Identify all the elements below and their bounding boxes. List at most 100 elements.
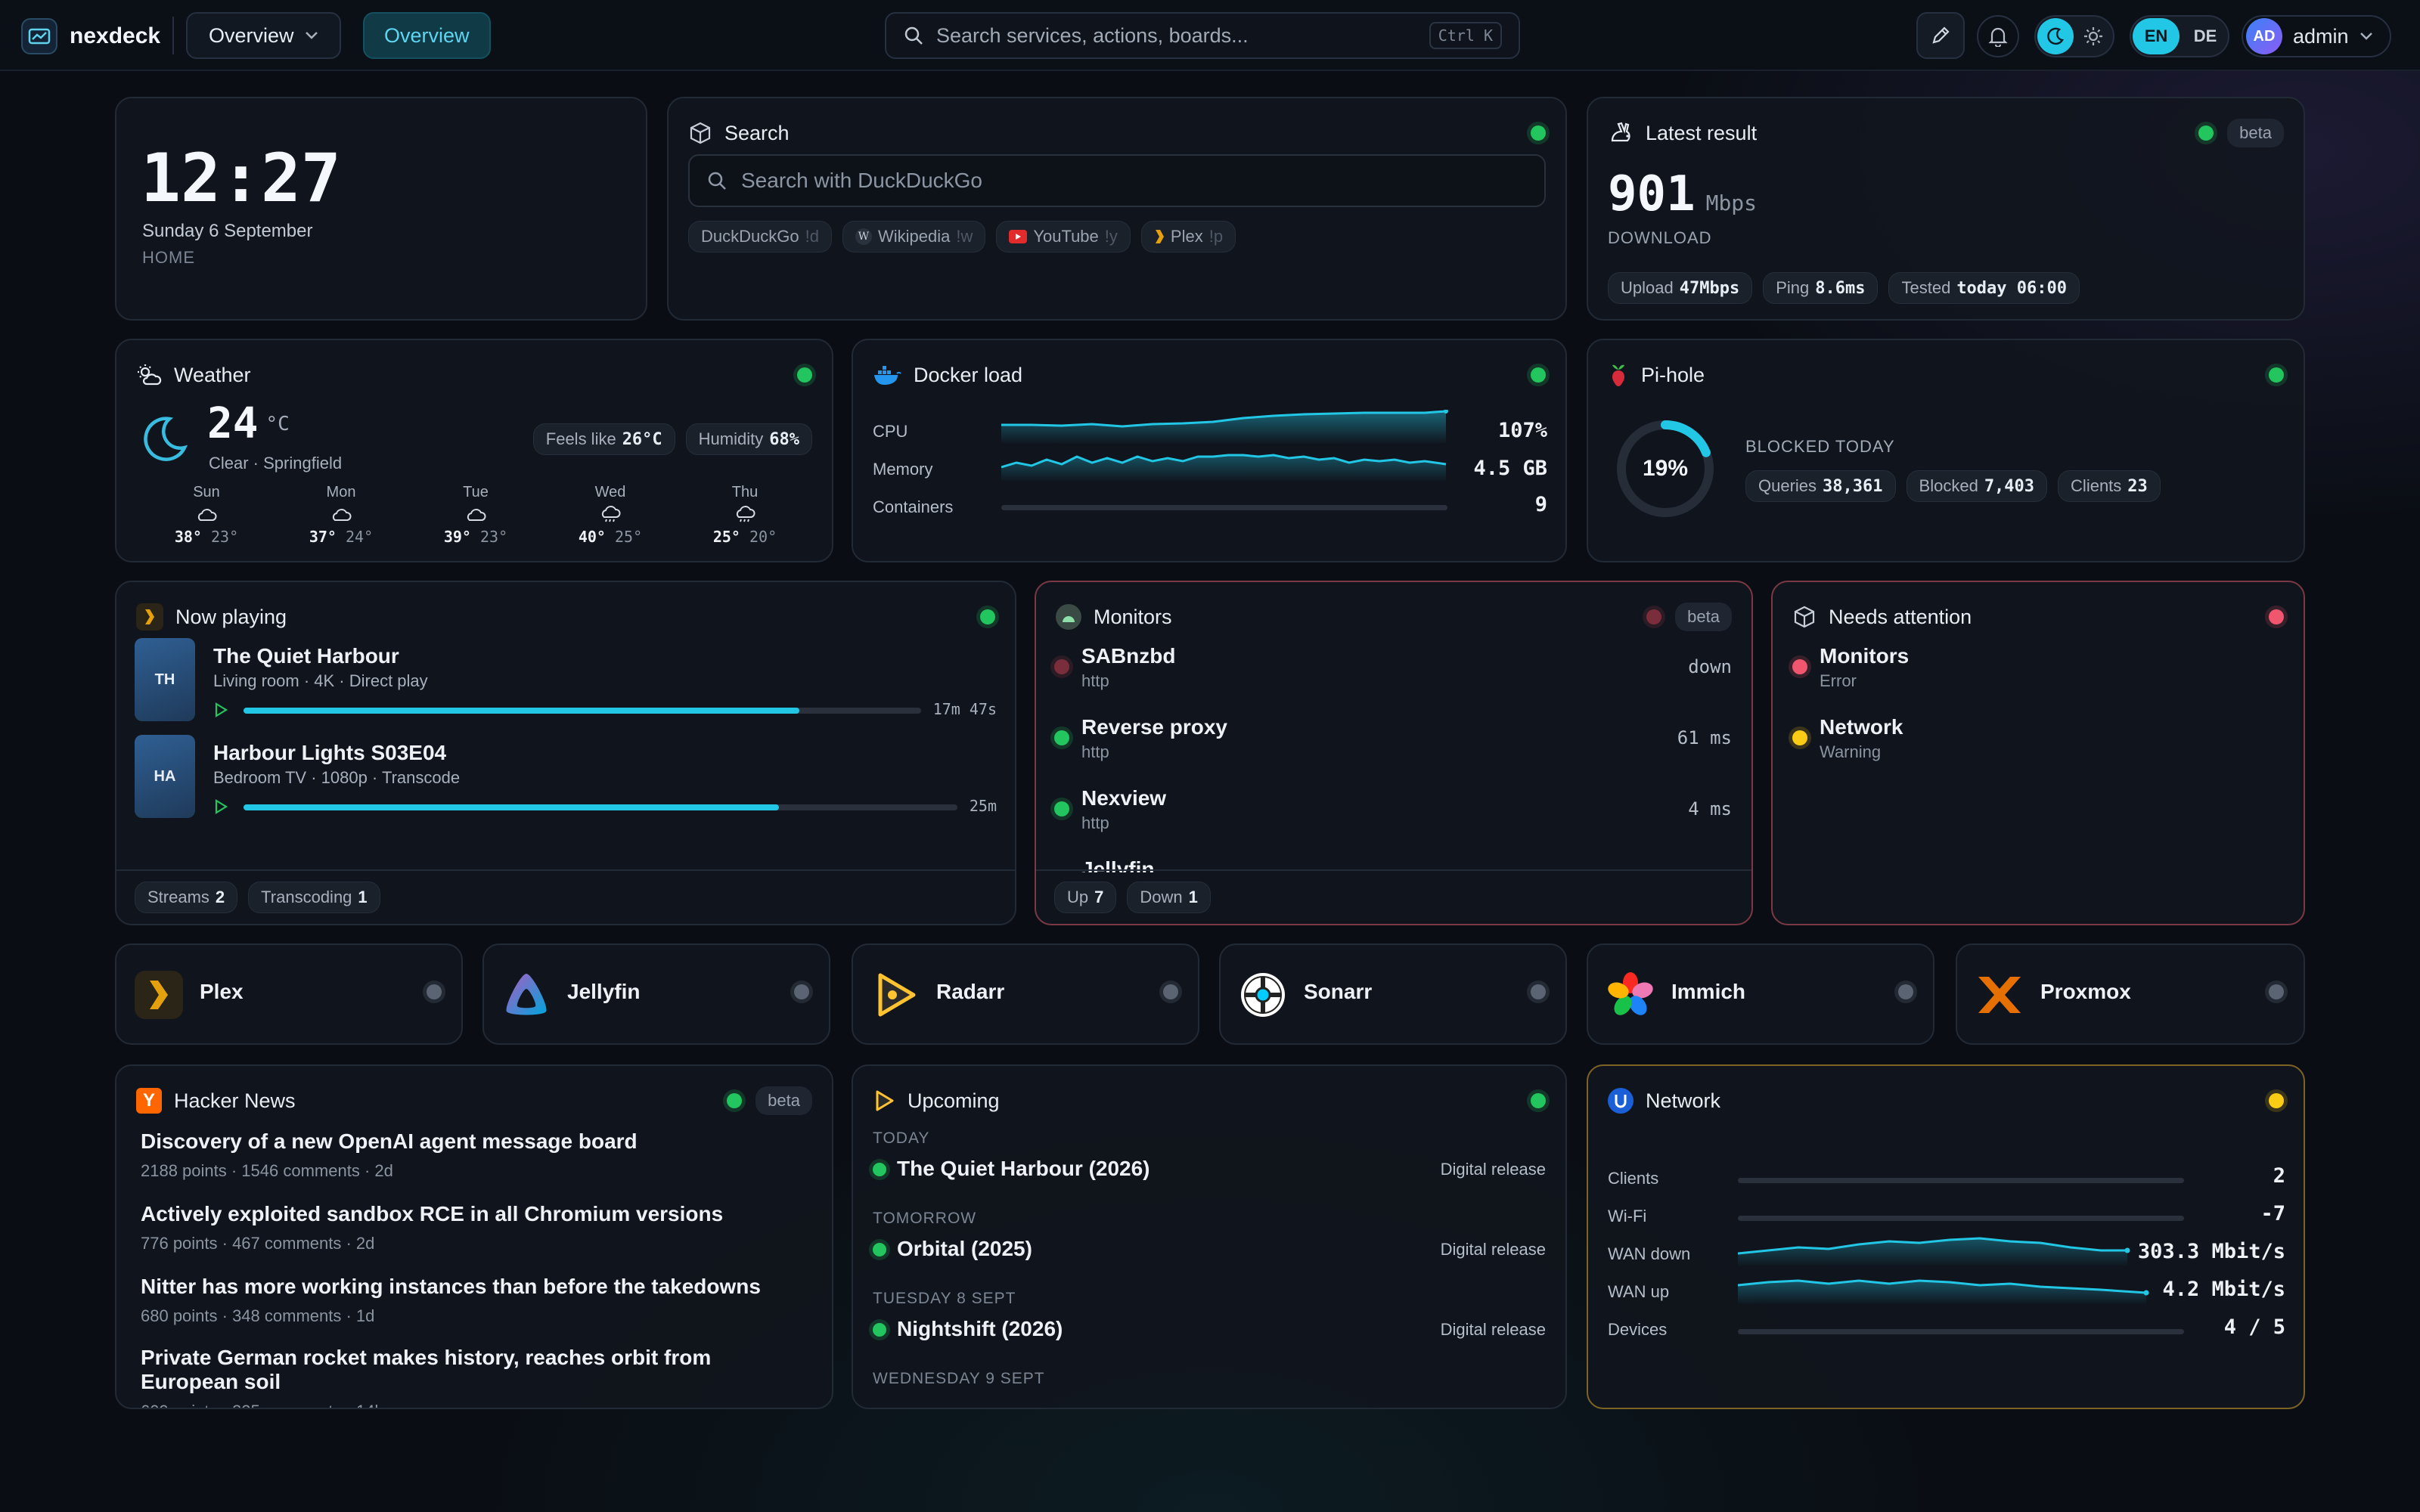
story-item[interactable]: Nitter has more working instances than b…	[141, 1275, 812, 1326]
language-switch: EN DE	[2130, 15, 2229, 57]
blocked-label: BLOCKED TODAY	[1745, 437, 1895, 456]
forecast: Sun 38° 23° Mon 37° 24° Tue 39° 23° Wed …	[139, 484, 812, 546]
tab-overview[interactable]: Overview	[363, 12, 491, 59]
attention-name: Network	[1820, 715, 1903, 739]
web-search-input[interactable]: Search with DuckDuckGo	[688, 154, 1546, 207]
wifi-label: Wi-Fi	[1608, 1207, 1647, 1225]
feels-like-stat: Feels like 26°C	[532, 423, 675, 455]
immich-icon	[1608, 972, 1653, 1015]
devices-label: Devices	[1608, 1320, 1668, 1339]
transcoding-stat: Transcoding 1	[248, 881, 380, 913]
theme-toggle[interactable]	[2034, 15, 2114, 57]
clients-label: Clients	[1608, 1169, 1659, 1188]
status-dot	[2269, 367, 2284, 383]
upcoming-widget: Upcoming TODAY The Quiet Harbour (2026) …	[852, 1064, 1567, 1409]
status-dot	[873, 1243, 886, 1256]
rain-cloud-icon	[736, 506, 755, 522]
wan-down-sparkline	[1738, 1237, 2130, 1267]
forecast-low: 23°	[211, 528, 239, 546]
session-item[interactable]: TH The Quiet Harbour Living room · 4K · …	[135, 638, 997, 726]
attention-item[interactable]: Monitors Error	[1792, 644, 2284, 700]
status-dot	[1898, 984, 1913, 999]
stat-label: Transcoding	[261, 888, 352, 906]
chevron-down-icon	[305, 32, 318, 39]
stat-value: today 06:00	[1956, 278, 2068, 298]
release-item[interactable]: Orbital (2025) Digital release	[873, 1235, 1546, 1266]
release-item[interactable]: The Quiet Harbour (2026) Digital release	[873, 1155, 1546, 1185]
session-item[interactable]: HA Harbour Lights S03E04 Bedroom TV · 10…	[135, 735, 997, 823]
engine-name: Wikipedia	[877, 227, 951, 246]
global-search[interactable]: Search services, actions, boards... Ctrl…	[885, 12, 1520, 59]
wan-up-label: WAN up	[1608, 1282, 1670, 1301]
story-item[interactable]: Actively exploited sandbox RCE in all Ch…	[141, 1202, 812, 1253]
release-title: The Quiet Harbour (2026)	[897, 1157, 1150, 1180]
forecast-high: 38°	[174, 528, 202, 546]
engine-name: Plex	[1170, 227, 1203, 246]
user-menu[interactable]: AD admin	[2242, 15, 2391, 57]
cpu-sparkline	[1001, 410, 1448, 445]
stat-label: Down	[1140, 888, 1183, 906]
forecast-high: 40°	[578, 528, 606, 546]
story-item[interactable]: Discovery of a new OpenAI agent message …	[141, 1129, 812, 1181]
clients-stat: Clients 23	[2058, 470, 2161, 502]
devices-bar	[1738, 1329, 2184, 1334]
service-tile-radarr[interactable]: Radarr	[852, 943, 1199, 1045]
engine-wikipedia[interactable]: W Wikipedia !w	[842, 221, 986, 253]
stat-label: Clients	[2071, 476, 2122, 495]
now-playing-header: Now playing	[136, 600, 995, 634]
board-select[interactable]: Overview	[186, 12, 341, 59]
engine-key: !d	[805, 227, 819, 246]
clients-bar	[1738, 1178, 2184, 1183]
date-group-label: TODAY	[873, 1129, 930, 1147]
status-dot	[1054, 730, 1069, 745]
plex-icon	[135, 971, 183, 1019]
jellyfin-icon	[506, 974, 547, 1015]
containers-value: 9	[1534, 493, 1547, 516]
stat-value: 38,361	[1823, 476, 1883, 496]
stat-value: 26°C	[622, 429, 662, 449]
cube-icon	[690, 122, 711, 144]
brand[interactable]: nexdeck	[21, 18, 160, 54]
session-title: The Quiet Harbour	[213, 644, 399, 668]
service-tile-immich[interactable]: Immich	[1587, 943, 1934, 1045]
release-item[interactable]: Nightshift (2026) Digital release	[873, 1315, 1546, 1346]
stat-value: 23	[2127, 476, 2148, 496]
stat-label: Up	[1067, 888, 1089, 906]
session-remaining: 17m 47s	[932, 700, 997, 718]
clock-time: 12:27	[141, 139, 341, 217]
service-tile-proxmox[interactable]: Proxmox	[1956, 943, 2305, 1045]
monitor-row[interactable]: Reverse proxy http 61 ms	[1054, 715, 1732, 771]
notifications-button[interactable]	[1977, 15, 2019, 57]
story-item[interactable]: Private German rocket makes history, rea…	[141, 1346, 812, 1408]
engine-key: !y	[1104, 227, 1118, 246]
search-engine-list: DuckDuckGo !d W Wikipedia !w YouTube !y Plex…	[688, 221, 1236, 253]
edit-button[interactable]	[1916, 12, 1965, 59]
service-tile-plex[interactable]: Plex	[115, 943, 463, 1045]
service-tile-jellyfin[interactable]: Jellyfin	[482, 943, 830, 1045]
monitor-row[interactable]: Nexview http 4 ms	[1054, 786, 1732, 842]
weather-title: Weather	[174, 363, 251, 386]
status-dot	[1531, 367, 1546, 383]
service-tile-sonarr[interactable]: Sonarr	[1219, 943, 1567, 1045]
search-shortcut-hint: Ctrl K	[1429, 22, 1502, 49]
play-icon[interactable]	[213, 798, 228, 815]
engine-plex[interactable]: Plex !p	[1140, 221, 1236, 253]
monitor-row[interactable]: SABnzbd http down	[1054, 644, 1732, 700]
search-widget: Search Search with DuckDuckGo DuckDuckGo…	[667, 97, 1567, 321]
streams-stat: Streams 2	[135, 881, 238, 913]
release-type: Digital release	[1440, 1320, 1546, 1339]
session-sub: Bedroom TV · 1080p · Transcode	[213, 768, 461, 787]
memory-value: 4.5 GB	[1473, 457, 1547, 480]
beta-badge: beta	[2227, 119, 2284, 147]
forecast-low: 24°	[346, 528, 374, 546]
engine-duckduckgo[interactable]: DuckDuckGo !d	[688, 221, 832, 253]
pihole-title: Pi-hole	[1641, 363, 1705, 386]
forecast-day: Tue 39° 23°	[408, 484, 543, 546]
engine-youtube[interactable]: YouTube !y	[996, 221, 1131, 253]
divider	[172, 17, 174, 54]
lang-en-button[interactable]: EN	[2133, 18, 2180, 54]
lang-de-button[interactable]: DE	[2184, 18, 2226, 54]
download-speed: 901 Mbps	[1608, 166, 1757, 222]
attention-item[interactable]: Network Warning	[1792, 715, 2284, 771]
play-icon[interactable]	[213, 702, 228, 718]
